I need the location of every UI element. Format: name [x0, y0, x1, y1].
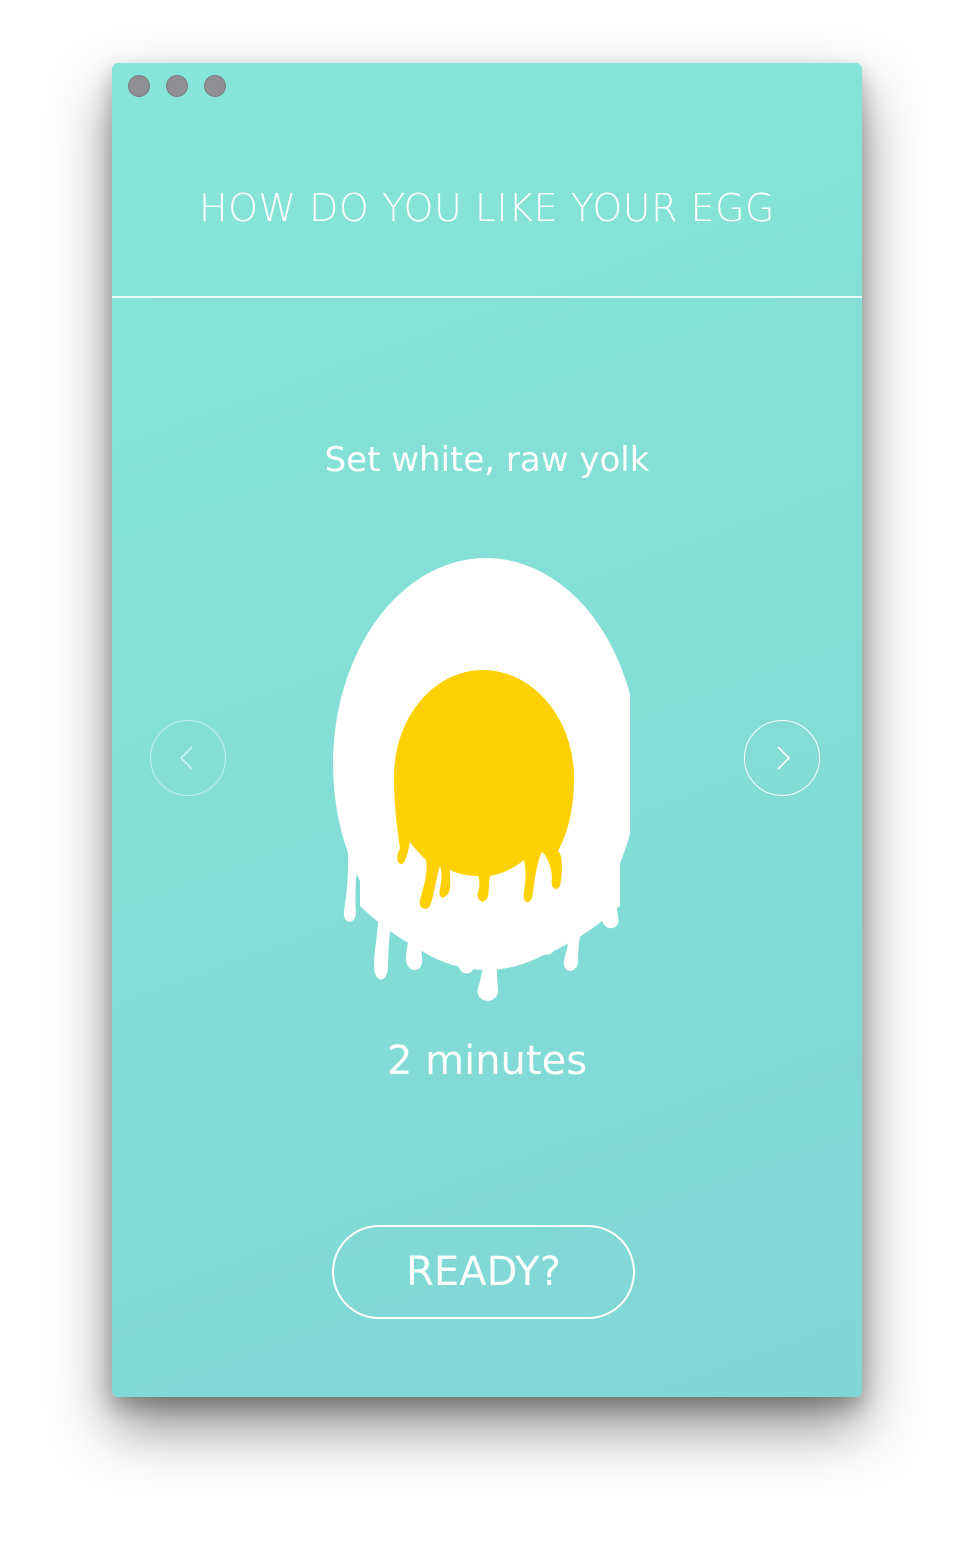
minimize-button[interactable] [166, 75, 188, 97]
header-divider [112, 296, 862, 298]
chevron-left-icon [179, 746, 193, 770]
cook-time: 2 minutes [386, 1038, 588, 1084]
zoom-button[interactable] [204, 75, 226, 97]
window-controls [128, 75, 226, 97]
ready-button[interactable]: READY? [332, 1225, 635, 1319]
next-button[interactable] [744, 720, 820, 796]
page-title: HOW DO YOU LIKE YOUR EGG [199, 186, 775, 230]
egg-illustration [330, 556, 639, 1016]
soft-boiled-egg-icon [333, 558, 639, 1001]
chevron-right-icon [777, 746, 791, 770]
previous-button[interactable] [150, 720, 226, 796]
app-window: HOW DO YOU LIKE YOUR EGG Set white, raw … [112, 63, 862, 1397]
doneness-label: Set white, raw yolk [324, 440, 650, 480]
close-button[interactable] [128, 75, 150, 97]
